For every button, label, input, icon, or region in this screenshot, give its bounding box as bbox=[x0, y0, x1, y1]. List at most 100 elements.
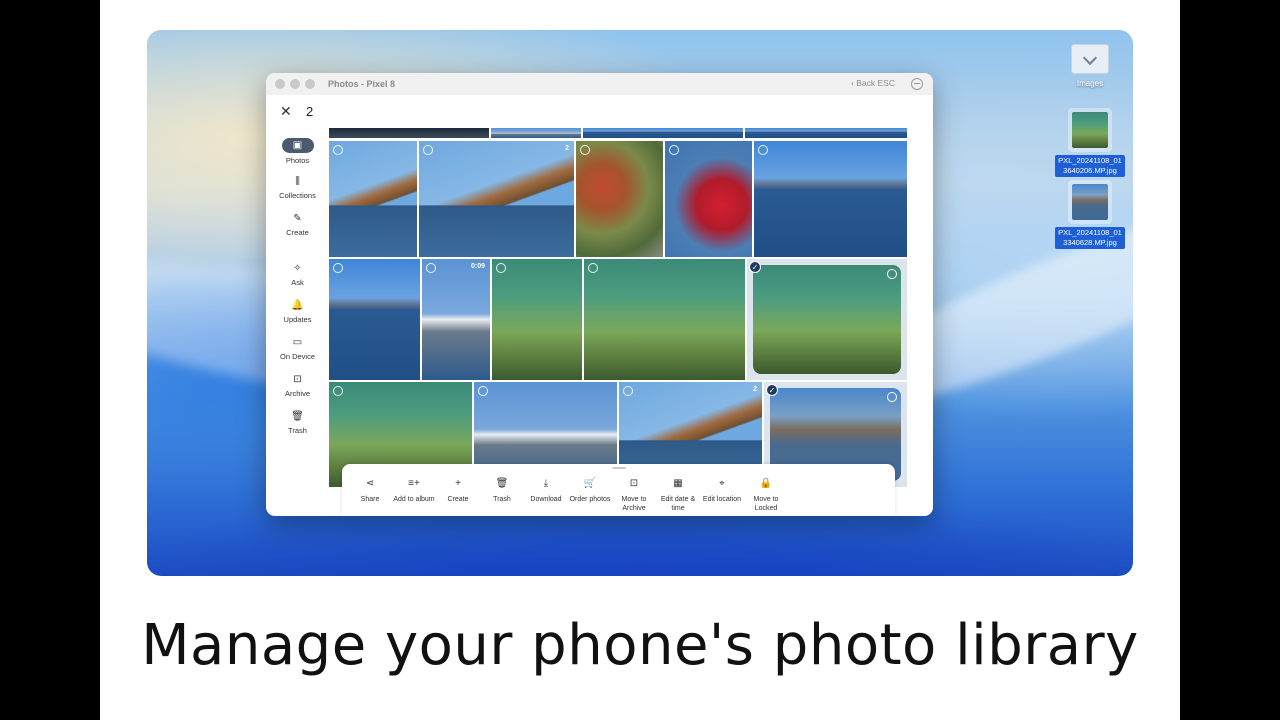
location-icon: ⌖ bbox=[719, 478, 725, 489]
thumbnail-image bbox=[1072, 184, 1108, 220]
sidebar-item-ask[interactable]: ✧ Ask bbox=[266, 252, 329, 289]
sidebar-item-label: Archive bbox=[284, 389, 310, 398]
sidebar: ▣ Photos ⫼ Collections ✎ Create ✧ Ask 🔔 … bbox=[266, 128, 329, 516]
file-name-line1: PXL_20241108_01 bbox=[1058, 156, 1122, 165]
edit-location-button[interactable]: ⌖ Edit location bbox=[700, 464, 744, 516]
select-circle[interactable] bbox=[496, 263, 506, 273]
photo-tile[interactable] bbox=[491, 128, 581, 138]
photo-tile[interactable] bbox=[584, 259, 745, 380]
sidebar-item-collections[interactable]: ⫼ Collections bbox=[266, 165, 329, 202]
select-circle[interactable] bbox=[580, 145, 590, 155]
action-label: Move to Locked bbox=[753, 496, 779, 512]
photo-tile[interactable] bbox=[754, 141, 907, 257]
select-circle[interactable] bbox=[423, 145, 433, 155]
sidebar-item-label: Trash bbox=[288, 426, 307, 435]
photo-tile[interactable]: 0:09 bbox=[422, 259, 490, 380]
close-window-button[interactable] bbox=[275, 79, 285, 89]
photo-tile[interactable] bbox=[329, 128, 489, 138]
share-icon: ⋖ bbox=[365, 478, 375, 489]
window-title: Photos - Pixel 8 bbox=[328, 79, 396, 89]
desktop-folder-images[interactable]: Images bbox=[1050, 44, 1130, 88]
sidebar-item-label: Collections bbox=[279, 191, 316, 200]
desktop-file[interactable]: PXL_20241108_01 3640206.MP.jpg bbox=[1050, 108, 1130, 178]
photo-tile[interactable] bbox=[329, 141, 417, 257]
sidebar-item-create[interactable]: ✎ Create bbox=[266, 202, 329, 239]
desktop-file[interactable]: PXL_20241108_01 3340628.MP.jpg bbox=[1050, 180, 1130, 250]
select-circle[interactable] bbox=[333, 145, 343, 155]
back-button-label: Back ESC bbox=[856, 78, 895, 88]
edit-date-time-button[interactable]: ▦ Edit date & time bbox=[656, 464, 700, 516]
sidebar-item-label: Ask bbox=[291, 278, 304, 287]
select-circle[interactable] bbox=[333, 263, 343, 273]
photo-tile[interactable] bbox=[492, 259, 582, 380]
select-circle[interactable] bbox=[669, 145, 679, 155]
motion-photo-icon bbox=[887, 392, 897, 402]
bell-icon: 🔔 bbox=[291, 300, 304, 311]
action-label: Move to Archive bbox=[621, 496, 647, 512]
sidebar-item-photos[interactable]: ▣ Photos bbox=[266, 128, 329, 165]
download-button[interactable]: ⤓ Download bbox=[524, 464, 568, 516]
move-to-archive-button[interactable]: ⊡ Move to Archive bbox=[612, 464, 656, 516]
select-circle[interactable] bbox=[623, 386, 633, 396]
action-label: Add to album bbox=[393, 496, 435, 503]
share-button[interactable]: ⋖ Share bbox=[348, 464, 392, 516]
cart-icon: 🛒 bbox=[583, 478, 597, 489]
desktop-file-label: PXL_20241108_01 3640206.MP.jpg bbox=[1055, 155, 1125, 177]
calendar-icon: ▦ bbox=[673, 478, 683, 489]
sidebar-item-trash[interactable]: 🗑 Trash bbox=[266, 400, 329, 437]
close-selection-icon[interactable]: ✕ bbox=[280, 103, 300, 120]
drag-handle[interactable] bbox=[612, 467, 626, 469]
sidebar-item-archive[interactable]: ⊡ Archive bbox=[266, 363, 329, 400]
photo-tile[interactable] bbox=[745, 128, 907, 138]
sidebar-item-updates[interactable]: 🔔 Updates bbox=[266, 289, 329, 326]
photo-tile[interactable] bbox=[665, 141, 752, 257]
file-thumbnail bbox=[1068, 180, 1112, 224]
selection-action-bar: ⋖ Share ≡+ Add to album + Create 🗑 Trash ⤓ Do… bbox=[342, 464, 895, 516]
title-bar: Photos - Pixel 8 ‹ Back ESC bbox=[266, 73, 933, 95]
add-to-album-icon: ≡+ bbox=[408, 478, 420, 489]
select-circle[interactable] bbox=[478, 386, 488, 396]
trash-button[interactable]: 🗑 Trash bbox=[480, 464, 524, 516]
desktop-file-label: PXL_20241108_01 3340628.MP.jpg bbox=[1055, 227, 1125, 249]
motion-photo-icon bbox=[887, 269, 897, 279]
minimize-window-button[interactable] bbox=[290, 79, 300, 89]
photo-tile[interactable]: 2 bbox=[419, 141, 574, 257]
selected-photo bbox=[753, 265, 901, 374]
photo-tile[interactable] bbox=[329, 259, 420, 380]
brush-icon: ✎ bbox=[293, 213, 302, 224]
photo-tile[interactable] bbox=[583, 128, 743, 138]
sidebar-item-on-device[interactable]: ▭ On Device bbox=[266, 326, 329, 363]
sidebar-item-label: Updates bbox=[283, 315, 312, 324]
select-circle[interactable] bbox=[426, 263, 436, 273]
desktop-folder-label: Images bbox=[1076, 79, 1104, 88]
move-to-locked-button[interactable]: 🔒 Move to Locked bbox=[744, 464, 788, 516]
select-circle[interactable] bbox=[588, 263, 598, 273]
download-icon: ⤓ bbox=[543, 478, 549, 489]
select-circle[interactable] bbox=[333, 386, 343, 396]
photo-tile[interactable] bbox=[576, 141, 663, 257]
select-circle[interactable] bbox=[758, 145, 768, 155]
add-to-album-button[interactable]: ≡+ Add to album bbox=[392, 464, 436, 516]
file-name-line2: 3340628.MP.jpg bbox=[1063, 238, 1117, 247]
action-label: Order photos bbox=[569, 496, 611, 503]
file-name-line2: 3640206.MP.jpg bbox=[1063, 166, 1117, 175]
photo-tile-selected[interactable]: ✓ bbox=[747, 259, 907, 380]
selection-bar: ✕ 2 bbox=[266, 95, 933, 128]
back-button[interactable]: ‹ Back ESC bbox=[851, 78, 895, 88]
create-button[interactable]: + Create bbox=[436, 464, 480, 516]
ask-sparkle-icon: ✧ bbox=[293, 263, 302, 274]
order-photos-button[interactable]: 🛒 Order photos bbox=[568, 464, 612, 516]
file-thumbnail bbox=[1068, 108, 1112, 152]
trash-icon: 🗑 bbox=[495, 478, 509, 489]
plus-icon: + bbox=[455, 478, 461, 489]
sidebar-item-label: Create bbox=[286, 228, 309, 237]
minus-circle-icon[interactable] bbox=[911, 78, 923, 90]
selected-count: 2 bbox=[306, 104, 314, 119]
folder-icon bbox=[1071, 44, 1109, 74]
action-label: Create bbox=[447, 496, 469, 503]
zoom-window-button[interactable] bbox=[305, 79, 315, 89]
selected-check-icon[interactable]: ✓ bbox=[749, 261, 761, 273]
selected-check-icon[interactable]: ✓ bbox=[766, 384, 778, 396]
action-label: Edit date & time bbox=[660, 496, 696, 512]
